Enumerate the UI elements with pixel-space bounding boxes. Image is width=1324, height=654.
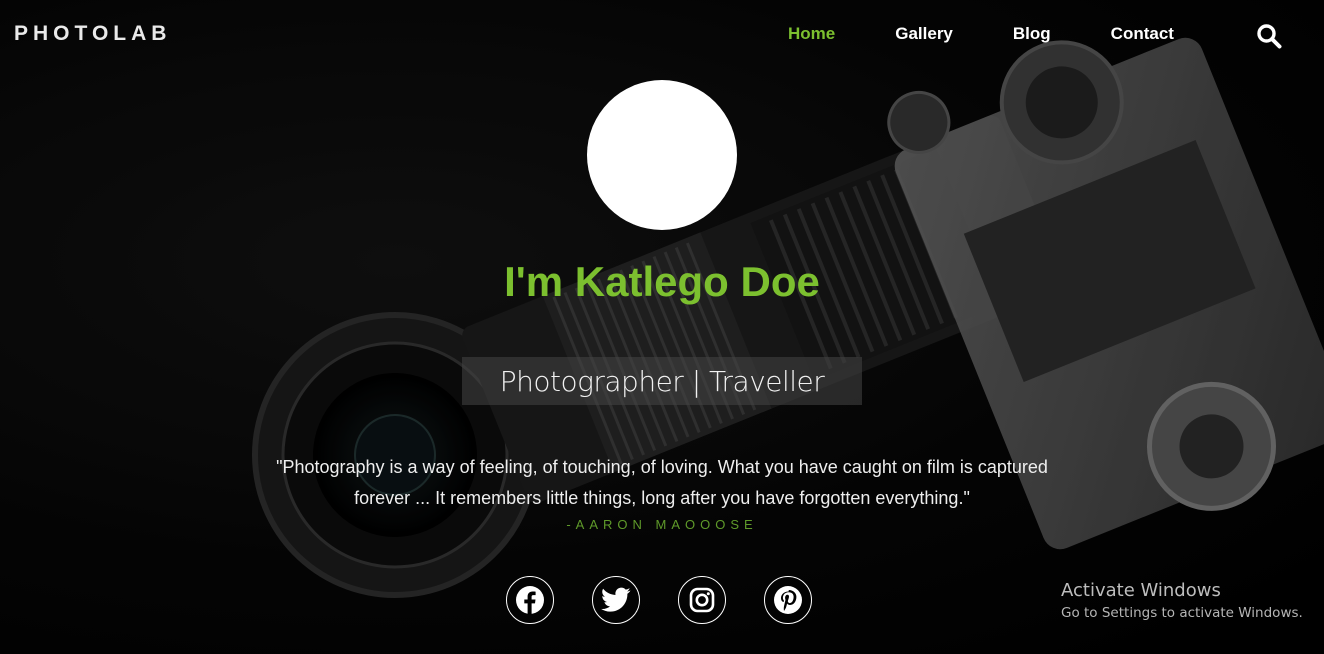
nav-item-home[interactable]: Home [788, 24, 835, 44]
site-logo[interactable]: PHOTOLAB [14, 22, 171, 46]
main-nav: Home Gallery Blog Contact [788, 24, 1234, 44]
hero-section: PHOTOLAB Home Gallery Blog Contact I'm K… [0, 0, 1324, 654]
twitter-icon [601, 587, 631, 612]
windows-activation-watermark: Activate Windows Go to Settings to activ… [1061, 580, 1303, 621]
facebook-icon [516, 586, 544, 614]
role-badge: Photographer | Traveller [462, 357, 862, 405]
profile-name: I'm Katlego Doe [504, 258, 820, 305]
instagram-link[interactable] [678, 576, 726, 624]
role-text: Photographer | Traveller [499, 364, 825, 398]
pinterest-link[interactable] [764, 576, 812, 624]
twitter-link[interactable] [592, 576, 640, 624]
nav-item-blog[interactable]: Blog [1013, 24, 1051, 44]
quote-text: "Photography is a way of feeling, of tou… [276, 457, 1048, 508]
search-button[interactable] [1256, 23, 1282, 49]
watermark-subtitle: Go to Settings to activate Windows. [1061, 605, 1303, 621]
profile-avatar [587, 80, 737, 230]
pinterest-icon [774, 586, 802, 614]
instagram-icon [689, 587, 715, 613]
quote-author: -AARON MAOOOSE [566, 517, 758, 532]
search-icon [1257, 24, 1282, 49]
facebook-link[interactable] [506, 576, 554, 624]
nav-item-contact[interactable]: Contact [1111, 24, 1174, 44]
watermark-title: Activate Windows [1061, 580, 1221, 601]
social-links [506, 576, 850, 624]
nav-item-gallery[interactable]: Gallery [895, 24, 953, 44]
